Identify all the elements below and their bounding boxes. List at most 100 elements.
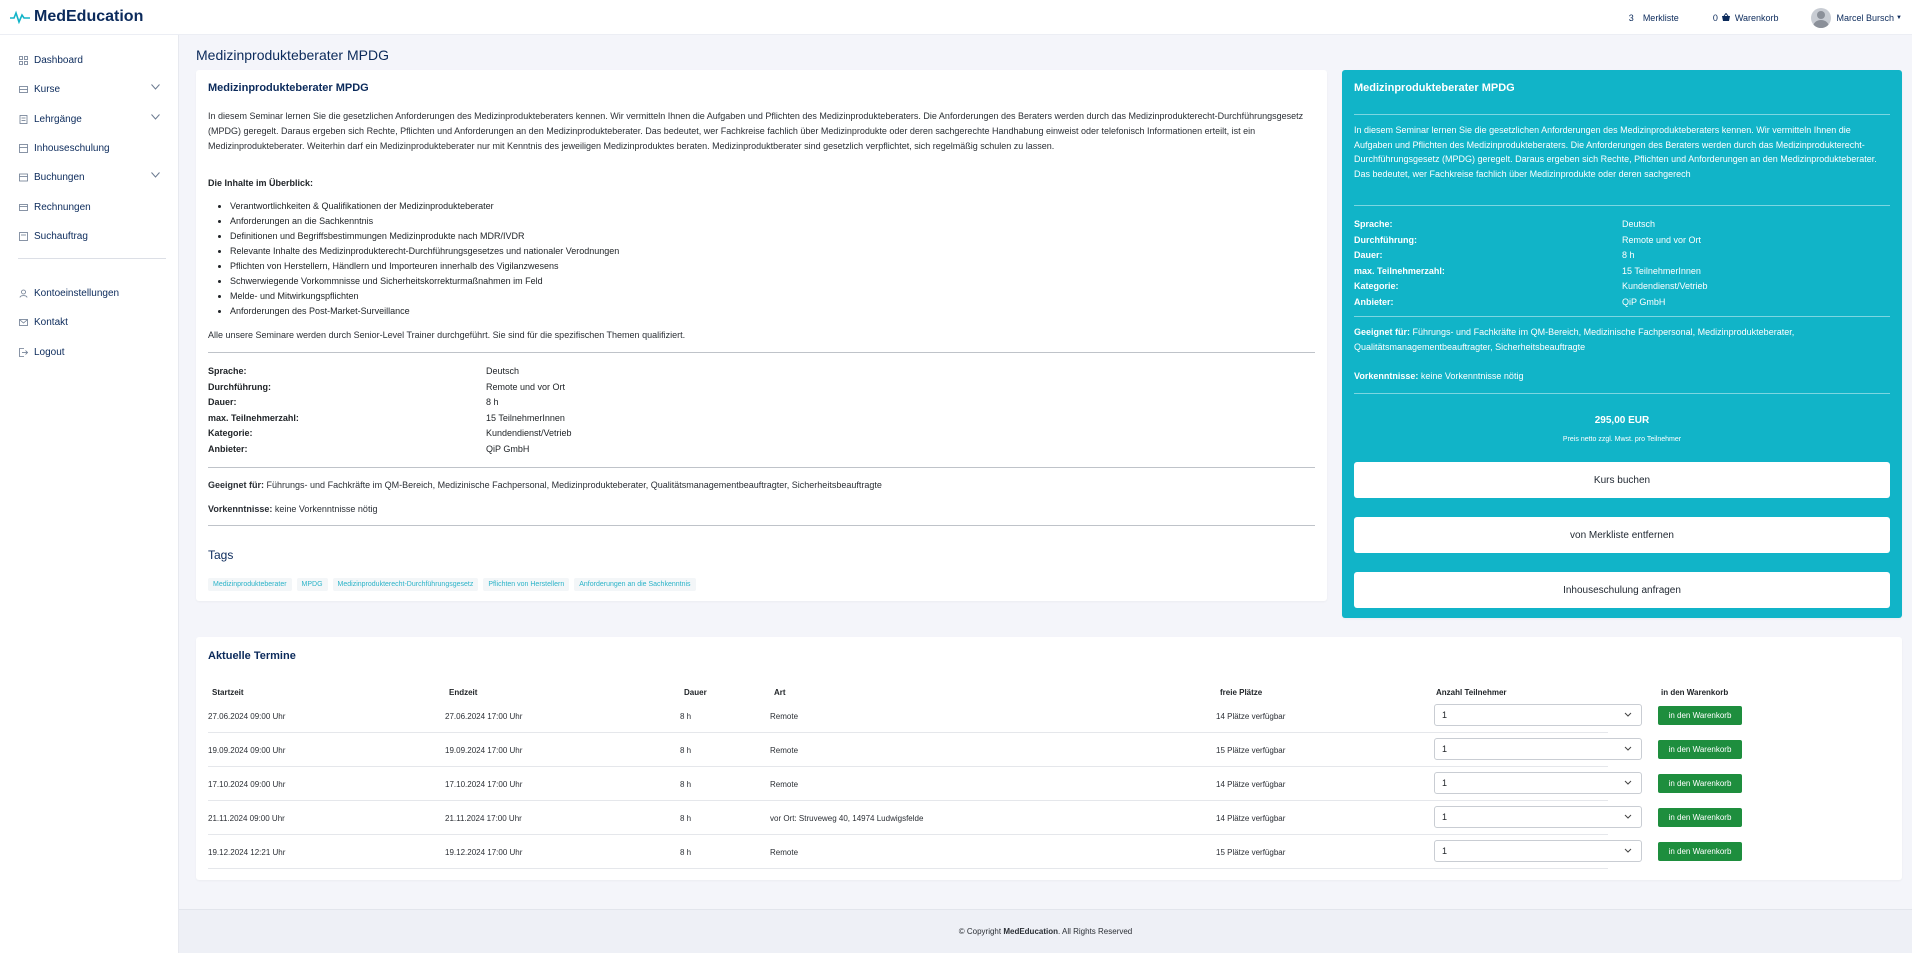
add-to-cart-button[interactable]: in den Warenkorb xyxy=(1658,842,1742,861)
duration: 8 h xyxy=(680,814,692,823)
mail-icon xyxy=(18,317,28,327)
pulse-icon xyxy=(10,10,30,24)
list-item: Anforderungen des Post-Market-Surveillan… xyxy=(230,304,1108,319)
brand-logo[interactable]: MedEducation xyxy=(10,8,143,26)
detail-row: Dauer: 8 h xyxy=(1354,250,1635,260)
detail-row: Durchführung: Remote und vor Ort xyxy=(208,381,566,392)
list-item: Melde- und Mitwirkungspflichten xyxy=(230,289,1108,304)
cart-link[interactable]: 0 Warenkorb xyxy=(1713,13,1779,23)
participants-select[interactable]: 1 xyxy=(1434,806,1642,828)
add-to-cart-button[interactable]: in den Warenkorb xyxy=(1658,774,1742,793)
sidebar-item-inhouseschulung[interactable]: Inhouseschulung xyxy=(18,138,168,158)
chevron-down-icon xyxy=(151,172,160,178)
sidebar-item-kurse[interactable]: Kurse xyxy=(18,79,168,99)
end-time: 27.06.2024 17:00 Uhr xyxy=(445,712,523,721)
participants-select[interactable]: 1 xyxy=(1434,840,1642,862)
list-item: Definitionen und Begriffsbestimmungen Me… xyxy=(230,229,1108,244)
copyright-suffix: . All Rights Reserved xyxy=(1058,927,1133,936)
grid-icon xyxy=(18,55,28,65)
tags-heading: Tags xyxy=(208,548,234,562)
watchlist-link[interactable]: 3 Merkliste xyxy=(1629,13,1679,23)
overview-heading: Die Inhalte im Überblick: xyxy=(208,178,314,188)
detail-row: Kategorie: Kundendienst/Vetrieb xyxy=(1354,281,1708,291)
sidebar-item-logout[interactable]: Logout xyxy=(18,342,168,362)
detail-row: max. Teilnehmerzahl: 15 TeilnehmerInnen xyxy=(1354,265,1701,276)
tag[interactable]: Medizinprodukterecht-Durchführungsgesetz xyxy=(332,578,479,591)
sidebar-item-suchauftrag[interactable]: Suchauftrag xyxy=(18,226,168,246)
suitable-for: Geeignet für: Führungs- und Fachkräfte i… xyxy=(208,480,882,490)
add-to-cart-button[interactable]: in den Warenkorb xyxy=(1658,808,1742,827)
participants-select[interactable]: 1 xyxy=(1434,772,1642,794)
type: Remote xyxy=(770,712,799,721)
sidebar-item-dashboard[interactable]: Dashboard xyxy=(18,50,168,70)
course-details: Sprache: Deutsch Durchführung: Remote und … xyxy=(208,364,908,457)
table-row: 17.10.2024 09:00 Uhr 17.10.2024 17:00 Uh… xyxy=(208,767,1742,801)
end-time: 19.12.2024 17:00 Uhr xyxy=(445,848,523,857)
start-time: 17.10.2024 09:00 Uhr xyxy=(208,780,286,789)
chevron-down-icon xyxy=(1624,780,1632,785)
cart-label: Warenkorb xyxy=(1734,12,1779,23)
sidebar-item-label: Buchungen xyxy=(34,171,85,183)
sidebar-item-buchungen[interactable]: Buchungen xyxy=(18,167,168,187)
footer-brand: MedEducation xyxy=(1003,927,1058,936)
duration: 8 h xyxy=(680,780,692,789)
prerequisites: Vorkenntnisse: keine Vorkenntnisse nötig xyxy=(208,504,378,514)
sidebar-item-label: Dashboard xyxy=(34,54,83,66)
price: 295,00 EUR xyxy=(1594,415,1650,426)
detail-row: Kategorie: Kundendienst/Vetrieb xyxy=(208,428,572,438)
free-seats: 14 Plätze verfügbar xyxy=(1216,814,1286,823)
end-time: 19.09.2024 17:00 Uhr xyxy=(445,746,523,755)
detail-row: Sprache: Deutsch xyxy=(208,366,520,376)
type: vor Ort: Struveweg 40, 14974 Ludwigsfeld… xyxy=(770,814,924,823)
column-header: Startzeit xyxy=(212,688,244,697)
chevron-down-icon xyxy=(151,84,160,90)
sidebar-item-label: Kontoeinstellungen xyxy=(34,287,120,299)
list-item: Schwerwiegende Vorkommnisse und Sicherhe… xyxy=(230,274,1108,289)
free-seats: 14 Plätze verfügbar xyxy=(1216,712,1286,721)
book-course-button[interactable]: Kurs buchen xyxy=(1354,462,1890,498)
sidebar-item-lehrgaenge[interactable]: Lehrgänge xyxy=(18,109,168,129)
start-time: 19.09.2024 09:00 Uhr xyxy=(208,746,286,755)
search-order-icon xyxy=(18,231,28,241)
contents-list: Verantwortlichkeiten & Qualifikationen d… xyxy=(208,199,1108,319)
logout-icon xyxy=(18,347,28,357)
divider xyxy=(1354,205,1890,206)
sidebar-item-label: Inhouseschulung xyxy=(34,142,110,154)
sidebar-item-label: Lehrgänge xyxy=(34,113,82,125)
participants-select[interactable]: 1 xyxy=(1434,704,1642,726)
tag[interactable]: MPDG xyxy=(296,578,328,591)
detail-row: max. Teilnehmerzahl: 15 TeilnehmerInnen xyxy=(208,412,565,423)
sidebar-item-kontoeinstellungen[interactable]: Kontoeinstellungen xyxy=(18,283,168,303)
column-header: Endzeit xyxy=(449,688,478,697)
sidebar-item-label: Kontakt xyxy=(34,316,68,328)
list-item: Verantwortlichkeiten & Qualifikationen d… xyxy=(230,199,1108,214)
add-to-cart-button[interactable]: in den Warenkorb xyxy=(1658,740,1742,759)
participants-select[interactable]: 1 xyxy=(1434,738,1642,760)
tag[interactable]: Pflichten von Herstellern xyxy=(483,578,570,591)
sidebar-item-kontakt[interactable]: Kontakt xyxy=(18,312,168,332)
user-menu[interactable]: Marcel Bursch ▼ xyxy=(1810,7,1902,28)
sidebar-item-rechnungen[interactable]: Rechnungen xyxy=(18,197,168,217)
request-inhouse-button[interactable]: Inhouseschulung anfragen xyxy=(1354,572,1890,608)
end-time: 21.11.2024 17:00 Uhr xyxy=(445,814,522,823)
table-row: 21.11.2024 09:00 Uhr 21.11.2024 17:00 Uh… xyxy=(208,801,1742,835)
tag[interactable]: Medizinprodukteberater xyxy=(208,578,292,591)
dates-title: Aktuelle Termine xyxy=(208,650,296,662)
course-title: Medizinprodukteberater MPDG xyxy=(208,82,369,94)
column-header: Anzahl Teilnehmer xyxy=(1436,688,1507,697)
summary-description: In diesem Seminar lernen Sie die gesetzl… xyxy=(1354,125,1877,179)
summary-prerequisites: Vorkenntnisse: keine Vorkenntnisse nötig xyxy=(1354,371,1524,381)
summary-suitable-for: Geeignet für: Führungs- und Fachkräfte i… xyxy=(1354,327,1795,352)
free-seats: 15 Plätze verfügbar xyxy=(1216,848,1286,857)
duration: 8 h xyxy=(680,848,692,857)
top-nav: 3 Merkliste 0 Warenkorb Marcel Bursch ▼ xyxy=(1629,0,1912,35)
type: Remote xyxy=(770,746,799,755)
invoices-icon xyxy=(18,202,28,212)
detail-row: Dauer: 8 h xyxy=(208,397,499,407)
trainer-note: Alle unsere Seminare werden durch Senior… xyxy=(208,330,686,340)
remove-from-watchlist-button[interactable]: von Merkliste entfernen xyxy=(1354,517,1890,553)
divider xyxy=(1354,393,1890,394)
tag[interactable]: Anforderungen an die Sachkenntnis xyxy=(574,578,696,591)
divider xyxy=(208,467,1315,468)
add-to-cart-button[interactable]: in den Warenkorb xyxy=(1658,706,1742,725)
